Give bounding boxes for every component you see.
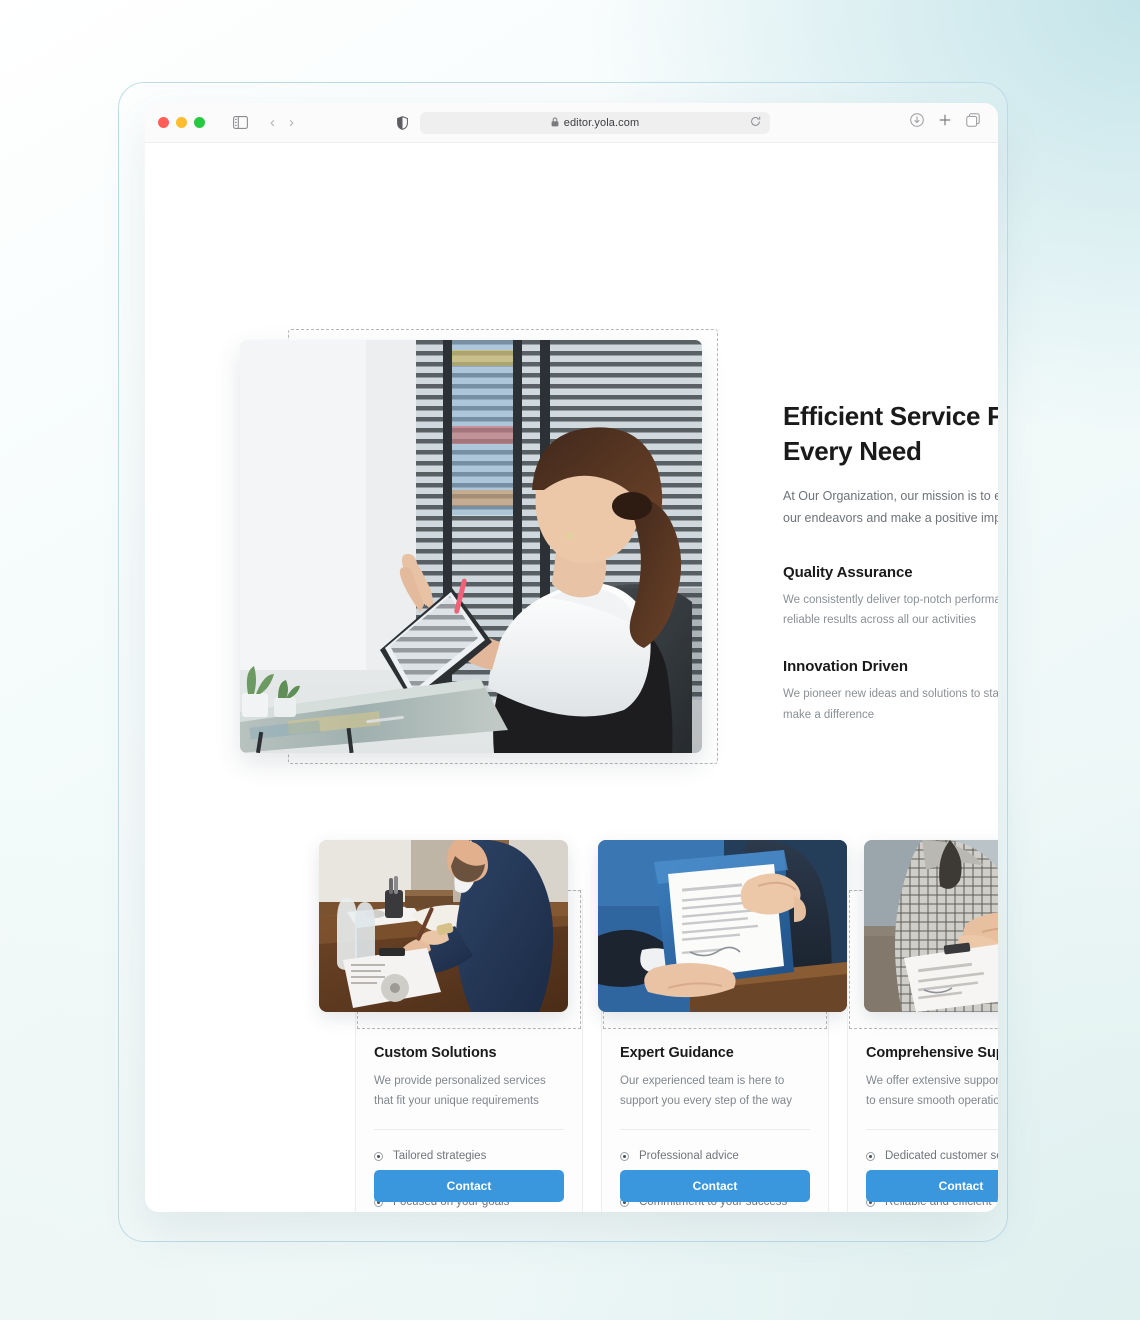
maximize-window-button[interactable] bbox=[194, 117, 205, 128]
bullet-icon bbox=[620, 1151, 629, 1161]
page-title: Efficient Service For Every Need bbox=[783, 401, 998, 466]
list-item: Professional advice bbox=[620, 1145, 810, 1168]
card-divider bbox=[866, 1128, 998, 1130]
card-title: Custom Solutions bbox=[374, 1045, 497, 1061]
back-button[interactable]: ‹ bbox=[270, 114, 275, 131]
list-item: Tailored strategies bbox=[374, 1145, 564, 1168]
shield-icon[interactable] bbox=[397, 115, 408, 130]
toolbar-right-actions bbox=[910, 113, 980, 132]
list-item-label: Tailored strategies bbox=[393, 1150, 487, 1163]
list-item-label: Dedicated customer service bbox=[885, 1150, 998, 1163]
card-image[interactable] bbox=[319, 840, 568, 1012]
feature-innovation-driven: Innovation Driven We pioneer new ideas a… bbox=[783, 658, 998, 725]
card-description: We provide personalized services that fi… bbox=[374, 1075, 546, 1108]
minimize-window-button[interactable] bbox=[176, 117, 187, 128]
card-description: We offer extensive support services to e… bbox=[866, 1075, 998, 1108]
card-divider bbox=[620, 1128, 810, 1130]
hero-image[interactable] bbox=[240, 340, 702, 753]
browser-window: ‹ › editor.yola.com Efficient Service F … bbox=[145, 103, 998, 1212]
forward-button[interactable]: › bbox=[289, 114, 294, 131]
browser-toolbar: ‹ › editor.yola.com bbox=[145, 103, 998, 143]
card-title: Comprehensive Support bbox=[866, 1045, 998, 1061]
close-window-button[interactable] bbox=[158, 117, 169, 128]
card-divider bbox=[374, 1128, 564, 1130]
lock-icon bbox=[551, 114, 559, 132]
feature-quality-assurance: Quality Assurance We consistently delive… bbox=[783, 564, 998, 631]
feature-body: We consistently deliver top-notch perfor… bbox=[783, 593, 998, 627]
download-icon[interactable] bbox=[910, 113, 924, 132]
card-title: Expert Guidance bbox=[620, 1045, 734, 1061]
plus-icon[interactable] bbox=[938, 113, 952, 132]
list-item-label: Professional advice bbox=[639, 1150, 739, 1163]
copy-tabs-icon[interactable] bbox=[966, 113, 980, 132]
bullet-icon bbox=[866, 1151, 875, 1161]
page-canvas: Efficient Service For Every Need At Our … bbox=[145, 143, 998, 1212]
card-image[interactable] bbox=[598, 840, 847, 1012]
bullet-icon bbox=[374, 1151, 383, 1161]
card-description: Our experienced team is here to support … bbox=[620, 1075, 792, 1108]
contact-button[interactable]: Contact bbox=[866, 1170, 998, 1202]
address-bar[interactable]: editor.yola.com bbox=[420, 111, 770, 134]
reload-icon[interactable] bbox=[750, 114, 761, 132]
sidebar-icon[interactable] bbox=[233, 116, 248, 129]
feature-title: Quality Assurance bbox=[783, 563, 913, 581]
contact-button[interactable]: Contact bbox=[620, 1170, 810, 1202]
window-controls[interactable] bbox=[158, 117, 205, 128]
list-item: Dedicated customer service bbox=[866, 1145, 998, 1168]
feature-title: Innovation Driven bbox=[783, 658, 908, 676]
feature-body: We pioneer new ideas and solutions to st… bbox=[783, 688, 998, 721]
address-bar-url: editor.yola.com bbox=[563, 116, 640, 129]
contact-button[interactable]: Contact bbox=[374, 1170, 564, 1202]
card-image[interactable] bbox=[864, 840, 998, 1012]
navigation-arrows[interactable]: ‹ › bbox=[270, 114, 294, 131]
address-bar-content: editor.yola.com bbox=[551, 114, 639, 132]
hero-text-block: Efficient Service For Every Need At Our … bbox=[783, 399, 998, 725]
hero-subtitle: At Our Organization, our mission is to e… bbox=[783, 489, 998, 526]
